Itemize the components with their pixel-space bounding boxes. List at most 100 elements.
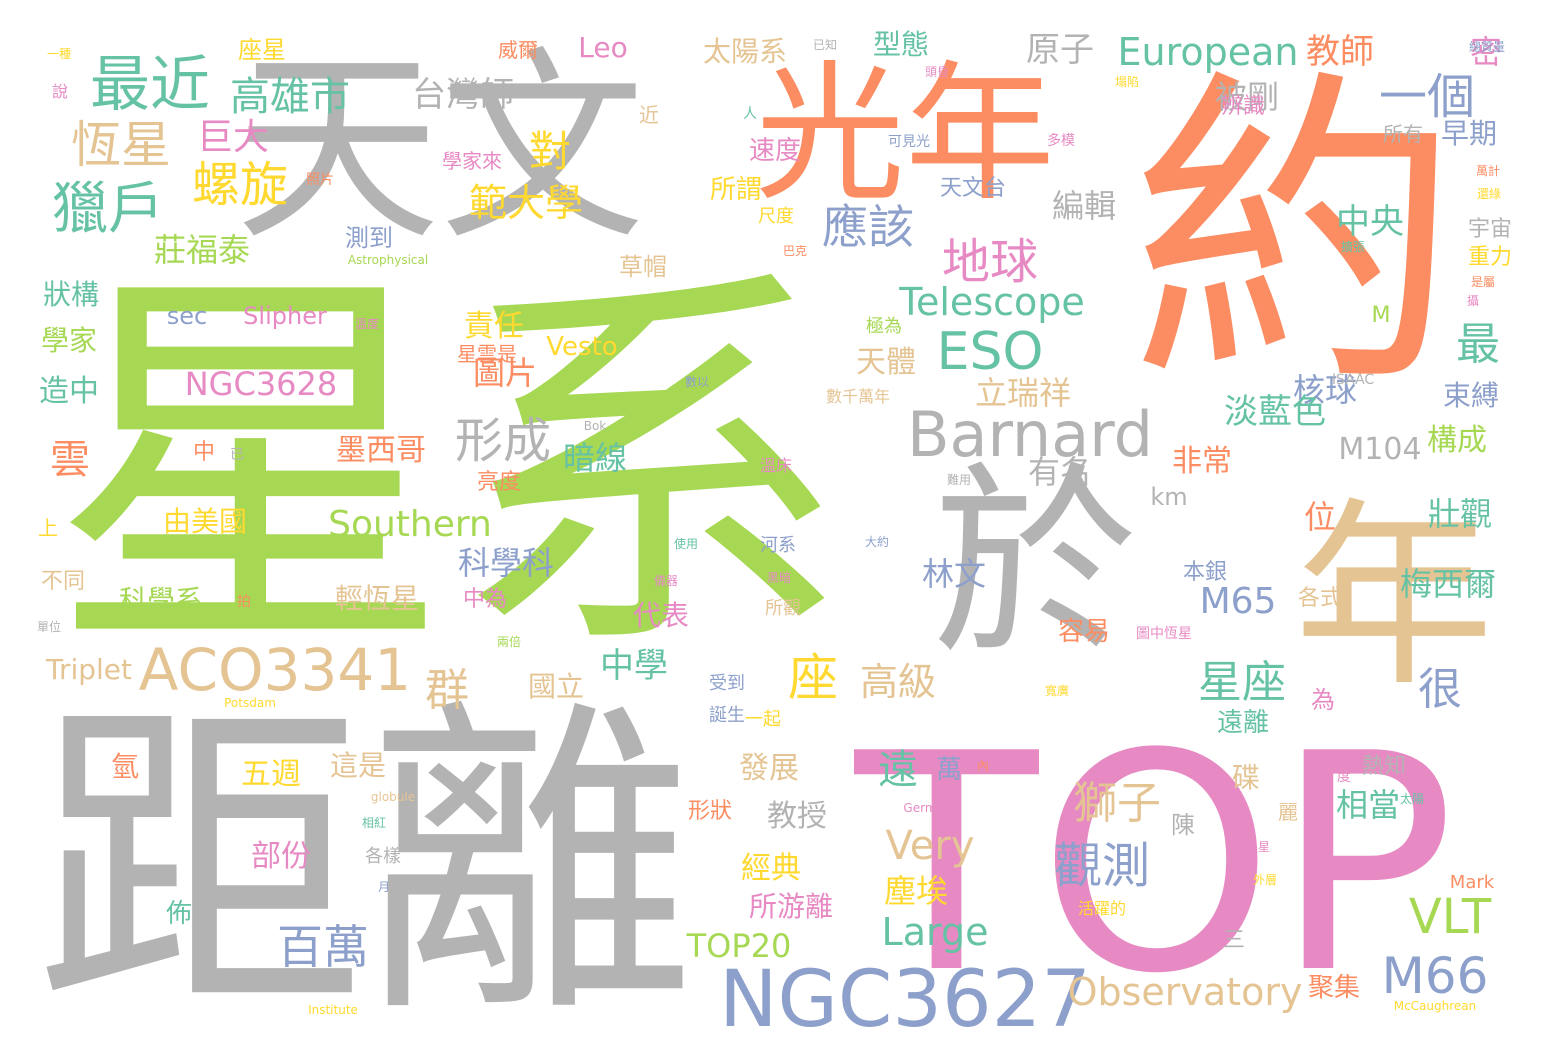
word-cloud-word: 早期 [1440, 117, 1498, 150]
word-cloud-word: 受到 [709, 673, 745, 694]
word-cloud-word: 陳 [1171, 811, 1195, 839]
word-cloud-word: 五週 [241, 757, 301, 792]
word-cloud-word: Large [881, 910, 989, 954]
word-cloud-word: 近 [639, 103, 659, 127]
word-cloud-word: ESO [936, 322, 1044, 382]
word-cloud-word: Bok [583, 419, 607, 433]
word-cloud-word: Potsdam [224, 696, 276, 710]
word-cloud-word: 責任 [464, 309, 524, 344]
word-cloud-word: 溫度 [354, 317, 380, 331]
word-cloud-word: 雲 [50, 437, 90, 483]
word-cloud-word: 造中 [39, 374, 99, 409]
word-cloud-word: 座星 [238, 36, 286, 64]
word-cloud-word: 總質量 [1468, 40, 1506, 54]
word-cloud-word: 多模 [1047, 133, 1075, 149]
word-cloud-word: 大約 [864, 535, 890, 549]
word-cloud-word: 可見光 [888, 134, 930, 150]
word-cloud-word: 有名 [1027, 453, 1093, 491]
word-cloud-word: 螺旋 [191, 157, 289, 213]
word-cloud-word: 塵埃 [883, 872, 949, 910]
word-cloud-word: 教授 [767, 799, 827, 834]
word-cloud-word: 淡藍色 [1224, 392, 1326, 432]
word-cloud-word: 使用 [673, 537, 699, 551]
word-cloud-word: 萬計 [1475, 164, 1501, 178]
word-cloud-word: 相當 [1335, 786, 1401, 824]
word-cloud-word: 亮度 [476, 470, 522, 495]
word-cloud-word: 黑暗 [766, 571, 792, 585]
word-cloud: 星系約距離 TOP 天文於年光年 NGC3627 Barnard ACO3341 最近 獵戶恆… [0, 0, 1548, 1052]
word-cloud-word: 輕恆星 [334, 582, 420, 615]
word-cloud-word: 上 [38, 516, 58, 540]
word-cloud-word: 溫床 [759, 456, 793, 475]
word-cloud-word: 學家來 [442, 149, 502, 173]
word-cloud-word: European [1117, 30, 1299, 74]
word-cloud-word: 圖中恆星 [1136, 626, 1192, 642]
word-cloud-word: Mark [1449, 872, 1495, 893]
word-cloud-word: 梅西爾 [1399, 565, 1497, 603]
word-cloud-word: Germany [903, 801, 959, 815]
word-cloud-word: 百萬 [277, 920, 369, 974]
word-cloud-word: M [1371, 303, 1391, 328]
word-cloud-word: 氫 [110, 750, 140, 783]
word-cloud-word: TOP20 [686, 927, 792, 965]
word-cloud-word: VLT [1408, 889, 1492, 945]
word-cloud-word: 恆星 [71, 116, 171, 174]
word-cloud-word: 球 [1399, 770, 1413, 784]
word-cloud-word: M65 [1199, 581, 1277, 622]
word-cloud-word: 數千萬年 [825, 387, 891, 406]
word-cloud-word: 中學 [600, 646, 668, 686]
word-cloud-word: Telescope [899, 280, 1085, 324]
word-cloud-word: 科學系 [118, 584, 204, 617]
word-cloud-word: 麗 [1278, 800, 1298, 824]
word-cloud-word: ACO3341 [138, 636, 412, 704]
word-cloud-word: 林文 [921, 555, 987, 593]
word-cloud-word: km [1150, 483, 1188, 511]
word-cloud-word: 形成 [454, 413, 552, 469]
word-cloud-word: 為 [1311, 686, 1335, 714]
word-cloud-word: 所謂 [709, 175, 763, 205]
word-cloud-word: 草帽 [619, 253, 667, 281]
word-cloud-word: 對 [528, 127, 572, 176]
word-cloud-word: Institute [308, 1003, 358, 1017]
word-cloud-word: NGC3627 [719, 955, 1091, 1045]
word-cloud-word: 難用 [946, 473, 972, 487]
word-cloud-word: 遠 [878, 747, 918, 793]
word-cloud-word: 遠離 [1216, 708, 1270, 738]
word-cloud-word: ISAAC [1331, 372, 1375, 388]
word-cloud-word: 編輯 [1051, 187, 1117, 225]
word-cloud-word: 地球 [941, 234, 1039, 290]
word-cloud-word: 宇宙 [1467, 217, 1513, 242]
word-cloud-word: 是屬 [1470, 275, 1496, 289]
word-cloud-word: Vesto [546, 332, 618, 362]
word-cloud-word: 還綠 [1476, 187, 1502, 201]
word-cloud-word: 辨識 [1220, 94, 1266, 119]
word-cloud-word: 活躍的 [1077, 899, 1127, 918]
word-cloud-word: 座 [788, 649, 838, 707]
word-cloud-word: 中為 [462, 587, 508, 612]
word-cloud-word: 一起 [745, 709, 781, 730]
word-cloud-word: 尺度 [758, 206, 794, 227]
word-cloud-word: 單位 [36, 620, 62, 634]
word-cloud-word: 星 [1257, 840, 1271, 854]
word-cloud-word: 範大學 [468, 181, 584, 225]
word-cloud-word: 儀器 [653, 574, 679, 588]
word-cloud-word: 中央 [1336, 202, 1404, 242]
word-cloud-word: 學家 [40, 324, 98, 357]
word-cloud-word: 太陽 [1399, 792, 1425, 806]
word-cloud-word: 星雲是 [457, 342, 517, 366]
word-cloud-word: 人 [743, 106, 757, 122]
word-cloud-word: 中 [192, 440, 216, 465]
word-cloud-word: 太陽系 [702, 35, 788, 68]
word-cloud-word: 兩倍 [496, 635, 522, 649]
word-cloud-word: 塌陷 [1114, 75, 1140, 89]
word-cloud-word: Very [885, 823, 975, 869]
word-cloud-word: 發展 [739, 751, 799, 786]
word-cloud-word: 型態 [872, 28, 930, 61]
word-cloud-word: 束縛 [1442, 379, 1500, 412]
word-cloud-word: 所游離 [748, 890, 834, 923]
word-cloud-word: Slipher [243, 302, 327, 330]
word-cloud-word: 狀構 [42, 278, 100, 311]
word-cloud-word: 佈 [165, 899, 193, 929]
word-cloud-word: 威爾 [498, 38, 538, 62]
word-cloud-word: 三 [1222, 928, 1246, 953]
